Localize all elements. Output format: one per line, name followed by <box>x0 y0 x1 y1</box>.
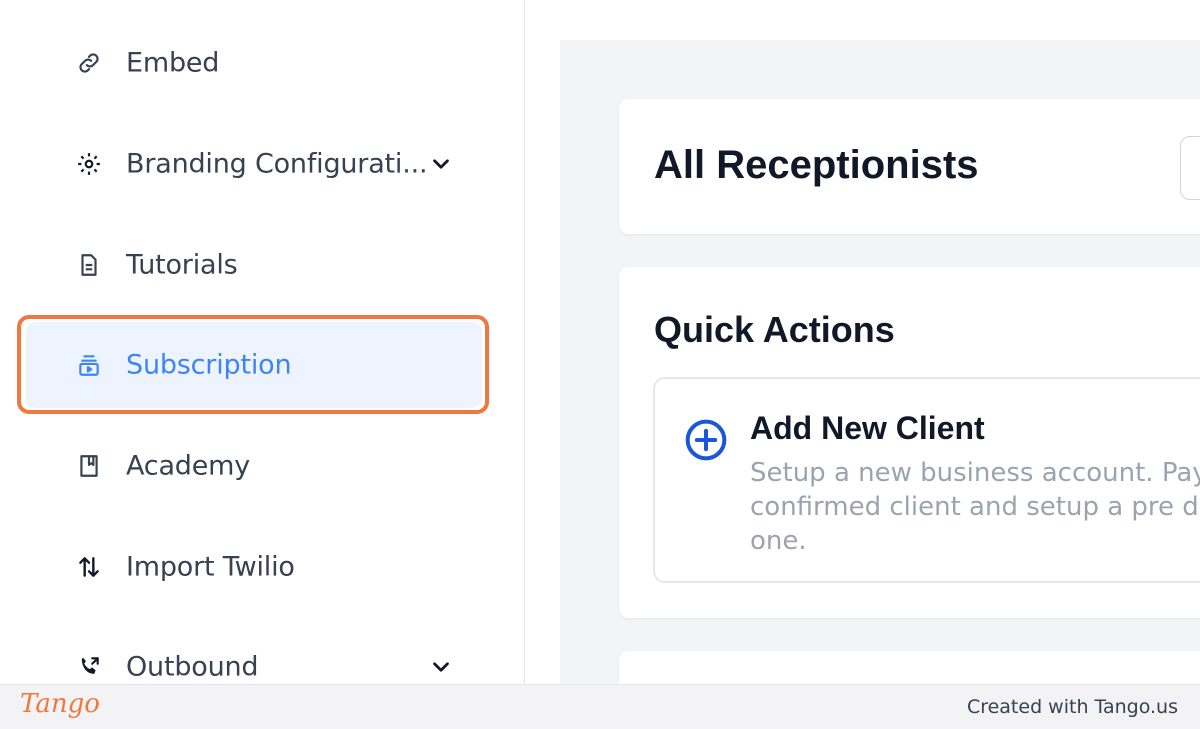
sidebar-item-label: Branding Configurati... <box>126 148 428 180</box>
sidebar-item-label: Tutorials <box>126 249 238 281</box>
sidebar-item-label: Outbound <box>126 651 259 683</box>
plus-circle-icon <box>685 419 727 461</box>
header-card: All Receptionists <box>619 99 1200 234</box>
sidebar-item-branding-configuration[interactable]: Branding Configurati... <box>26 121 482 207</box>
chevron-down-icon[interactable] <box>428 151 454 177</box>
sidebar-item-label: Academy <box>126 450 251 482</box>
sidebar-item-tutorials[interactable]: Tutorials <box>26 222 482 308</box>
arrows-up-down-icon <box>74 552 104 582</box>
footer: Tango Created with Tango.us <box>0 684 1200 729</box>
tango-logo: Tango <box>20 689 100 719</box>
sidebar-item-subscription[interactable]: Subscription <box>26 322 482 408</box>
header-button[interactable] <box>1180 136 1200 200</box>
gear-icon <box>74 149 104 179</box>
link-icon <box>74 48 104 78</box>
sidebar-item-label: Embed <box>126 47 220 79</box>
quick-actions-title: Quick Actions <box>654 309 895 350</box>
sidebar-item-academy[interactable]: Academy <box>26 423 482 509</box>
action-title: Add New Client <box>750 410 985 446</box>
sidebar-item-label: Import Twilio <box>126 551 295 583</box>
chevron-down-icon[interactable] <box>428 654 454 680</box>
action-description: Setup a new business account. Pay a conf… <box>750 458 1200 556</box>
page-title: All Receptionists <box>654 143 979 187</box>
phone-forward-icon <box>74 652 104 682</box>
subscription-icon <box>74 350 104 380</box>
footer-credit: Created with Tango.us <box>966 696 1178 718</box>
sidebar-item-label: Subscription <box>126 349 292 381</box>
book-icon <box>74 451 104 481</box>
sidebar-item-import-twilio[interactable]: Import Twilio <box>26 524 482 610</box>
document-icon <box>74 250 104 280</box>
sidebar: Embed Branding Configurati... Tutorials … <box>0 0 525 684</box>
sidebar-item-embed[interactable]: Embed <box>26 20 482 106</box>
